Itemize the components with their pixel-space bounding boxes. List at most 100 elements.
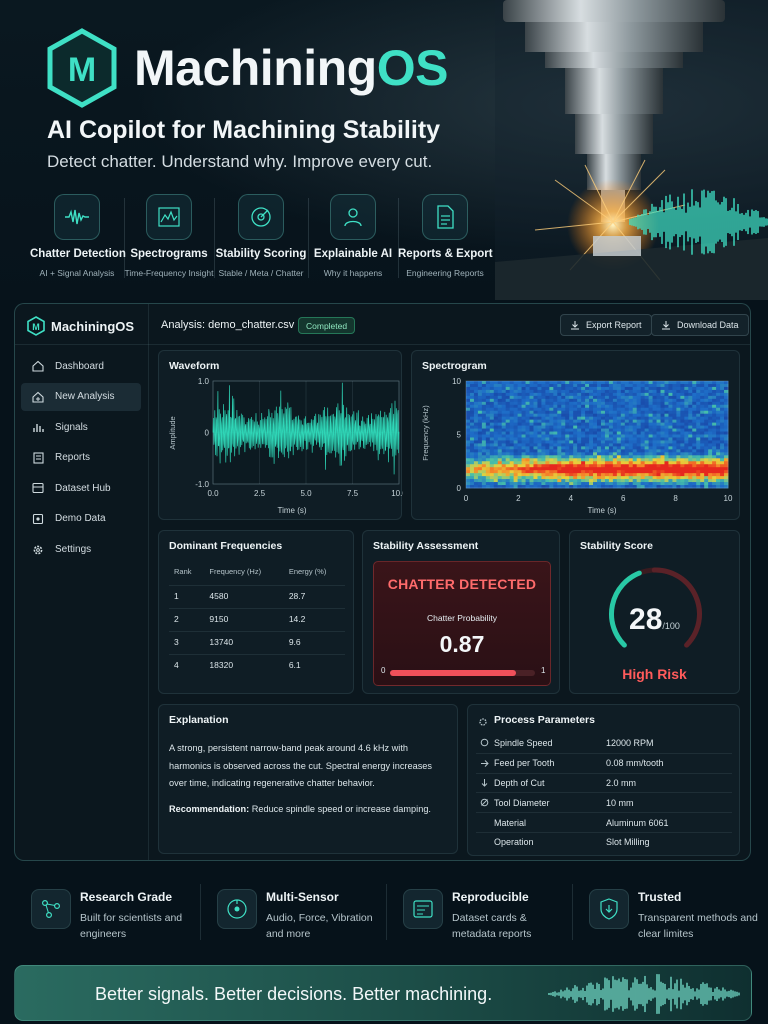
spectrogram-cell [652,392,657,397]
spectrogram-cell [493,434,499,438]
spectrogram-cell [716,386,721,391]
spectrogram-cell [660,437,665,441]
spectrogram-cell [501,443,507,447]
spectrogram-cell [469,404,475,409]
spectrogram-cell [525,443,530,447]
spectrogram-cell [553,482,558,486]
sidebar-brand[interactable]: M MachiningOS [27,316,134,336]
spectrogram-cell [597,467,602,471]
spectrogram-cell [517,425,522,429]
spectrogram-cell [485,452,491,456]
spectrogram-cell [612,473,618,477]
spectrogram-cell [501,419,507,424]
spectrogram-cell [493,422,499,426]
spectrogram-cell [712,482,717,486]
spectrogram-cell [549,422,554,426]
spectrogram-cell [664,389,669,394]
sidebar-item-new-analysis[interactable]: New Analysis [21,382,141,411]
spectrogram-cell [712,386,717,391]
spectrogram-xlabel: Time (s) [587,506,616,515]
spectrogram-cell [569,434,574,438]
spectrogram-cell [541,449,546,453]
spectrogram-cell [616,383,622,388]
spectrogram-cell [485,381,491,385]
spectrogram-cell [704,464,709,468]
parameter-row: Depth of Cut 2.0 mm [476,772,732,793]
spectrogram-cell [553,383,558,388]
spectrogram-cell [616,446,622,450]
sidebar-item-demo-data[interactable]: Demo Data [21,505,141,533]
spectrogram-cell [696,458,701,462]
spectrogram-cell [489,413,495,418]
sidebar-item-dashboard[interactable]: Dashboard [21,352,141,380]
spectrogram-cell [581,422,586,426]
spectrogram-cell [680,455,685,459]
sidebar-item-settings[interactable]: Settings [21,536,141,564]
export-report-button[interactable]: Export Report [560,314,652,336]
spectrogram-cell [688,404,693,409]
waveform-chart[interactable]: Amplitude Time (s) 0.02.55.07.510.01.00-… [159,351,403,521]
spectrogram-cell [466,476,471,480]
spectrogram-cell [466,461,471,465]
spectrogram-cell [676,431,681,435]
spectrogram-cell [692,416,697,421]
spectrogram-cell [493,449,499,453]
spectrogram-cell [712,464,717,468]
frequencies-title: Dominant Frequencies [169,540,283,552]
spectrogram-cell [604,401,610,406]
database-icon [31,481,45,495]
spectrogram-cell [660,425,665,429]
spectrogram-cell [489,458,495,462]
spectrogram-cell [493,392,499,397]
spectrogram-cell [533,383,538,388]
spectrogram-cell [636,410,642,415]
spectrogram-cell [509,407,515,412]
spectrogram-cell [553,473,558,477]
spectrogram-cell [652,410,657,415]
spectrogram-cell [628,440,634,444]
download-data-button[interactable]: Download Data [651,314,749,336]
spectrogram-cell [628,392,634,397]
spectrogram-cell [545,476,550,480]
sidebar-item-dataset-hub[interactable]: Dataset Hub [21,474,141,502]
spectrogram-cell [688,389,693,394]
spectrogram-cell [612,398,618,403]
spectrogram-chart[interactable]: Frequency (kHz) Time (s) 0 2 4 6 8 101050 [412,351,741,521]
spectrogram-cell [573,401,578,406]
spectrogram-cell [716,482,721,486]
spectrogram-cell [485,458,491,462]
spectrogram-cell [545,443,550,447]
waveform-ytick-label: -1.0 [195,480,209,489]
spectrogram-cell [545,401,550,406]
spectrogram-cell [505,419,511,424]
score-display: 28/100 [570,603,739,637]
sidebar-item-reports[interactable]: Reports [21,444,141,472]
spectrogram-cell [593,446,598,450]
spectrogram-cell [600,431,606,435]
spectrogram-cell [600,386,606,391]
spectrogram-cell [513,431,519,435]
sidebar-item-signals[interactable]: Signals [21,413,141,441]
spectrogram-cell [509,473,515,477]
sidebar-nav: Dashboard New Analysis Signals Reports D… [21,352,141,566]
spectrogram-cell [708,410,713,415]
spectrogram-cell [569,413,574,418]
spectrogram-cell [481,455,487,459]
spectrogram-cell [720,455,725,459]
spectrogram-cell [708,482,713,486]
spectrogram-cell [708,455,713,459]
spectrogram-cell [672,452,677,456]
spectrogram-cell [624,383,630,388]
spectrogram-cell [537,467,542,471]
spectrogram-cell [521,401,526,406]
spectrogram-cell [469,407,475,412]
spectrogram-cell [684,381,689,385]
spectrogram-cell [561,464,566,468]
spectrogram-cell [517,410,522,415]
spectrogram-cell [660,416,665,421]
spectrogram-cell [537,422,542,426]
spectrogram-cell [585,431,590,435]
spectrogram-cell [549,470,554,474]
spectrogram-cell [720,482,725,486]
spectrogram-cell [501,461,507,465]
